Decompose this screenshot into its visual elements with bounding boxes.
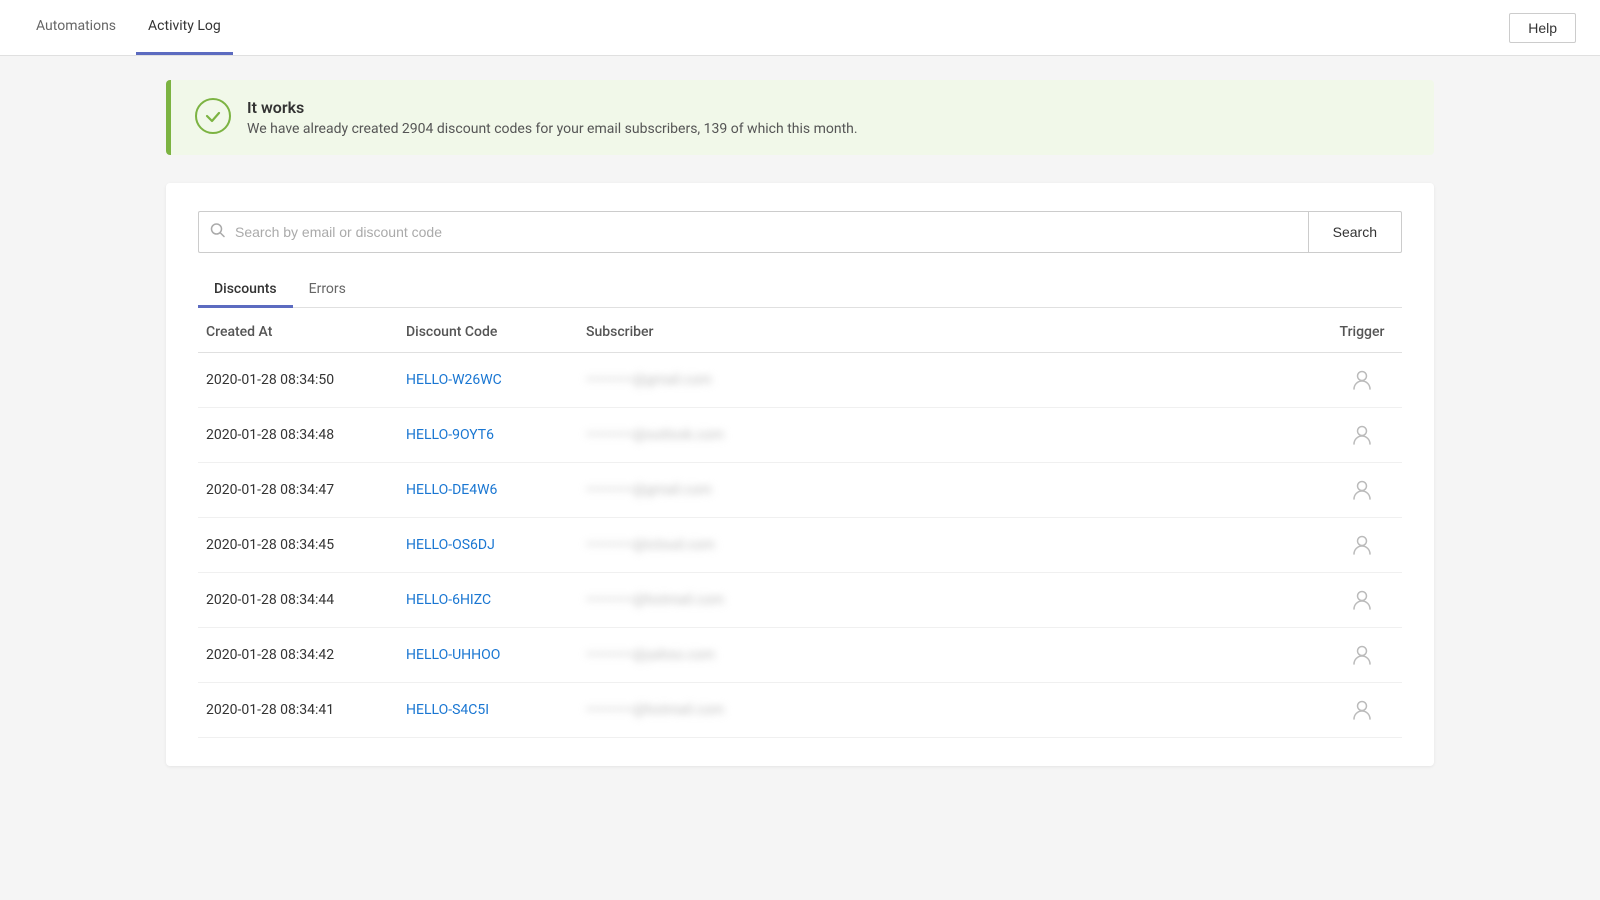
discount-code-link[interactable]: HELLO-UHHOO [406,647,500,663]
person-icon [1330,699,1394,721]
cell-created-at: 2020-01-28 08:34:50 [198,353,398,408]
cell-subscriber: ••••••••••@gmail.com [578,463,1322,518]
discount-code-link[interactable]: HELLO-DE4W6 [406,482,497,498]
cell-subscriber: ••••••••••@outlook.com [578,408,1322,463]
cell-discount-code[interactable]: HELLO-9OYT6 [398,408,578,463]
cell-subscriber: ••••••••••@hotmail.com [578,573,1322,628]
nav-tab-activity-log[interactable]: Activity Log [136,0,233,55]
person-icon [1330,589,1394,611]
cell-subscriber: ••••••••••@gmail.com [578,353,1322,408]
search-button[interactable]: Search [1308,211,1402,253]
cell-trigger [1322,628,1402,683]
banner-text: It works We have already created 2904 di… [247,98,858,137]
search-input-wrap [198,211,1308,253]
person-icon [1330,369,1394,391]
col-header-trigger: Trigger [1322,308,1402,353]
cell-trigger [1322,408,1402,463]
cell-subscriber: ••••••••••@yahoo.com [578,628,1322,683]
table-row: 2020-01-28 08:34:42 HELLO-UHHOO ••••••••… [198,628,1402,683]
cell-created-at: 2020-01-28 08:34:47 [198,463,398,518]
table-row: 2020-01-28 08:34:41 HELLO-S4C5I ••••••••… [198,683,1402,738]
banner-title: It works [247,98,858,117]
main-card: Search Discounts Errors Created At Disco… [166,183,1434,766]
col-header-created-at: Created At [198,308,398,353]
search-row: Search [198,211,1402,253]
table-row: 2020-01-28 08:34:47 HELLO-DE4W6 ••••••••… [198,463,1402,518]
discount-code-link[interactable]: HELLO-OS6DJ [406,537,495,553]
cell-trigger [1322,518,1402,573]
cell-discount-code[interactable]: HELLO-6HIZC [398,573,578,628]
person-icon [1330,424,1394,446]
main-content: It works We have already created 2904 di… [150,56,1450,790]
cell-discount-code[interactable]: HELLO-UHHOO [398,628,578,683]
col-header-discount-code: Discount Code [398,308,578,353]
sub-tab-errors[interactable]: Errors [293,273,362,308]
cell-discount-code[interactable]: HELLO-W26WC [398,353,578,408]
top-nav: Automations Activity Log Help [0,0,1600,56]
sub-tabs: Discounts Errors [198,273,1402,308]
cell-created-at: 2020-01-28 08:34:45 [198,518,398,573]
subscriber-email: ••••••••••@outlook.com [586,427,724,443]
cell-created-at: 2020-01-28 08:34:44 [198,573,398,628]
nav-tabs: Automations Activity Log [24,0,233,55]
person-icon [1330,534,1394,556]
cell-created-at: 2020-01-28 08:34:48 [198,408,398,463]
sub-tab-discounts[interactable]: Discounts [198,273,293,308]
table-row: 2020-01-28 08:34:48 HELLO-9OYT6 ••••••••… [198,408,1402,463]
person-icon [1330,644,1394,666]
banner-description: We have already created 2904 discount co… [247,121,858,137]
discounts-table: Created At Discount Code Subscriber Trig… [198,308,1402,738]
search-icon [210,223,225,242]
subscriber-email: ••••••••••@yahoo.com [586,647,715,663]
subscriber-email: ••••••••••@gmail.com [586,482,712,498]
cell-subscriber: ••••••••••@hotmail.com [578,683,1322,738]
cell-discount-code[interactable]: HELLO-OS6DJ [398,518,578,573]
cell-discount-code[interactable]: HELLO-DE4W6 [398,463,578,518]
success-banner: It works We have already created 2904 di… [166,80,1434,155]
discount-code-link[interactable]: HELLO-W26WC [406,372,502,388]
nav-tab-automations[interactable]: Automations [24,0,128,55]
table-row: 2020-01-28 08:34:50 HELLO-W26WC ••••••••… [198,353,1402,408]
discount-code-link[interactable]: HELLO-9OYT6 [406,427,494,443]
cell-subscriber: ••••••••••@icloud.com [578,518,1322,573]
subscriber-email: ••••••••••@hotmail.com [586,592,724,608]
subscriber-email: ••••••••••@gmail.com [586,372,712,388]
cell-trigger [1322,573,1402,628]
subscriber-email: ••••••••••@hotmail.com [586,702,724,718]
table-row: 2020-01-28 08:34:44 HELLO-6HIZC ••••••••… [198,573,1402,628]
person-icon [1330,479,1394,501]
table-row: 2020-01-28 08:34:45 HELLO-OS6DJ ••••••••… [198,518,1402,573]
cell-trigger [1322,683,1402,738]
cell-trigger [1322,353,1402,408]
discount-code-link[interactable]: HELLO-6HIZC [406,592,491,608]
search-input[interactable] [198,211,1308,253]
cell-trigger [1322,463,1402,518]
cell-created-at: 2020-01-28 08:34:41 [198,683,398,738]
cell-created-at: 2020-01-28 08:34:42 [198,628,398,683]
cell-discount-code[interactable]: HELLO-S4C5I [398,683,578,738]
success-icon [195,98,231,134]
col-header-subscriber: Subscriber [578,308,1322,353]
help-button[interactable]: Help [1509,13,1576,43]
subscriber-email: ••••••••••@icloud.com [586,537,715,553]
discount-code-link[interactable]: HELLO-S4C5I [406,702,489,718]
